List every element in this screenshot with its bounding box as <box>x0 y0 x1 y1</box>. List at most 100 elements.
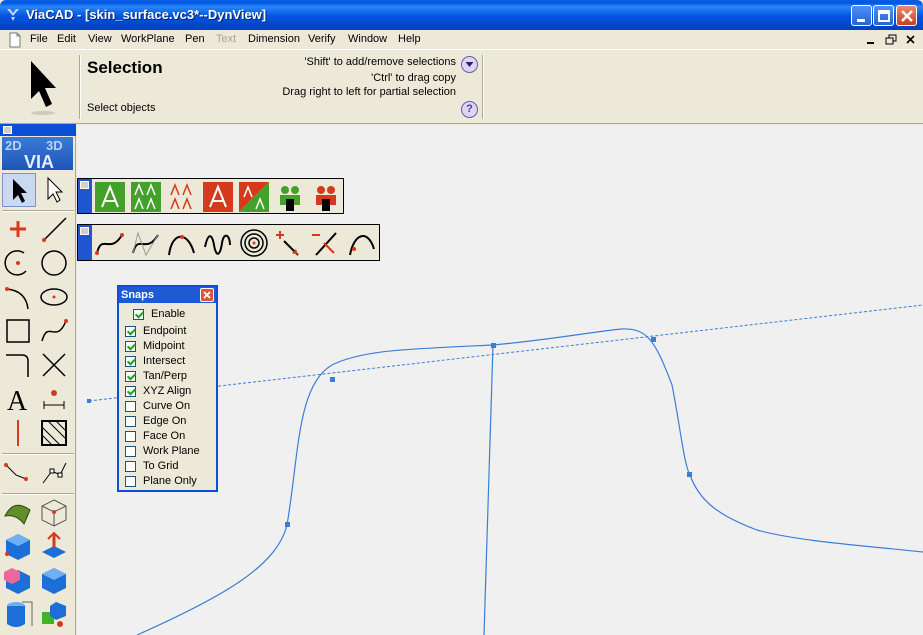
options-dropdown-button[interactable] <box>461 56 478 73</box>
control-point[interactable] <box>687 472 692 477</box>
select-partial-button[interactable] <box>238 181 270 213</box>
spline-tool-button[interactable] <box>38 315 72 349</box>
via-2d-3d-logo[interactable]: 2D 3D VIA <box>2 137 73 172</box>
text-tool-button[interactable]: A <box>2 383 36 417</box>
close-button[interactable] <box>896 5 917 26</box>
snap-option-checkbox[interactable] <box>125 401 136 412</box>
deselect-group-button[interactable] <box>310 181 342 213</box>
palette-grip[interactable] <box>0 124 76 136</box>
dimension-tool-button[interactable] <box>38 383 72 417</box>
boolean-button[interactable] <box>2 564 36 598</box>
edit-points-button[interactable] <box>2 457 36 491</box>
snap-option-checkbox[interactable] <box>125 356 136 367</box>
select-all-button[interactable] <box>130 181 162 213</box>
snap-option-checkbox[interactable] <box>125 461 136 472</box>
spiral-button[interactable] <box>238 227 270 259</box>
control-point[interactable] <box>285 522 290 527</box>
snap-option-checkbox[interactable] <box>125 416 136 427</box>
freehand-curve-button[interactable] <box>346 227 378 259</box>
doc-minimize-icon[interactable] <box>863 33 879 47</box>
centerline-tool-button[interactable] <box>2 417 36 451</box>
skin-profile-curve[interactable] <box>136 328 923 635</box>
snap-enable-checkbox[interactable] <box>133 309 144 320</box>
shell-button[interactable] <box>38 564 72 598</box>
control-point[interactable] <box>651 337 656 342</box>
control-points-button[interactable] <box>38 457 72 491</box>
snap-option-checkbox[interactable] <box>125 371 136 382</box>
select-visible-button[interactable] <box>94 181 126 213</box>
snap-option-checkbox[interactable] <box>125 326 136 337</box>
surface-icon <box>4 504 31 525</box>
box-wire-button[interactable] <box>38 496 72 530</box>
solid-box-button[interactable] <box>2 530 36 564</box>
extrude-button[interactable] <box>38 530 72 564</box>
point-curve-button[interactable] <box>274 227 306 259</box>
circle-tool-button[interactable] <box>38 247 72 281</box>
wave-curve-button[interactable] <box>202 227 234 259</box>
menu-window[interactable]: Window <box>348 33 387 45</box>
panel-divider <box>79 55 81 119</box>
doc-close-icon[interactable] <box>903 33 919 47</box>
point-tool-button[interactable] <box>2 213 36 247</box>
snap-option-checkbox[interactable] <box>125 431 136 442</box>
arc-tool-button[interactable] <box>2 247 36 281</box>
vertical-line-icon <box>17 420 19 446</box>
fillet-tool-button[interactable] <box>2 349 36 383</box>
menu-verify[interactable]: Verify <box>308 33 336 45</box>
snap-option-checkbox[interactable] <box>125 476 136 487</box>
hatch-tool-button[interactable] <box>38 417 72 451</box>
trim-tool-button[interactable] <box>38 349 72 383</box>
edit-points-icon <box>4 463 28 481</box>
maximize-button[interactable] <box>873 5 894 26</box>
curve-toolbar <box>77 224 380 261</box>
rectangle-tool-button[interactable] <box>2 315 36 349</box>
doc-restore-icon[interactable] <box>883 33 899 47</box>
snap-option-label: Curve On <box>143 400 191 412</box>
menu-help[interactable]: Help <box>398 33 421 45</box>
control-point[interactable] <box>330 377 335 382</box>
cylinder-button[interactable] <box>2 598 36 632</box>
toolbar-grip[interactable] <box>78 225 92 260</box>
selection-arrow-icon <box>31 61 56 115</box>
select-group-button[interactable] <box>274 181 306 213</box>
snap-option-checkbox[interactable] <box>125 341 136 352</box>
control-point[interactable] <box>491 343 496 348</box>
select-invert-button[interactable] <box>202 181 234 213</box>
direct-select-button[interactable] <box>38 173 72 207</box>
snap-enable-label: Enable <box>151 308 186 320</box>
wave-curve-icon <box>204 234 231 255</box>
multi-solid-button[interactable] <box>38 598 72 632</box>
rail-curve[interactable] <box>483 344 494 635</box>
menu-view[interactable]: View <box>88 33 112 45</box>
snap-option-checkbox[interactable] <box>125 446 136 457</box>
line-endpoint[interactable] <box>87 399 91 403</box>
surface-tool-button[interactable] <box>2 496 36 530</box>
select-layer-button[interactable] <box>166 181 198 213</box>
menu-text[interactable]: Text <box>216 33 236 45</box>
line-tool-button[interactable] <box>38 213 72 247</box>
title-bar[interactable]: ViaCAD - [skin_surface.vc3*--DynView] <box>0 0 923 30</box>
select-tool-button[interactable] <box>2 173 36 207</box>
help-button[interactable]: ? <box>461 101 478 118</box>
menu-edit[interactable]: Edit <box>57 33 76 45</box>
spline-curve-button[interactable] <box>130 227 162 259</box>
arc-3pt-tool-button[interactable] <box>2 281 36 315</box>
document-icon[interactable] <box>8 32 22 48</box>
menu-pen[interactable]: Pen <box>185 33 205 45</box>
minimize-button[interactable] <box>851 5 872 26</box>
extrude-icon <box>42 531 66 558</box>
menu-workplane[interactable]: WorkPlane <box>121 33 175 45</box>
snaps-close-button[interactable] <box>200 288 214 302</box>
snaps-title[interactable]: Snaps <box>119 287 216 303</box>
ellipse-tool-button[interactable] <box>38 281 72 315</box>
snap-option-label: Edge On <box>143 415 187 427</box>
snap-option-checkbox[interactable] <box>125 386 136 397</box>
point-icon <box>10 221 26 237</box>
menu-file[interactable]: File <box>30 33 48 45</box>
snap-option-label: Plane Only <box>143 475 197 487</box>
arc-spline-button[interactable] <box>166 227 198 259</box>
bezier-curve-button[interactable] <box>94 227 126 259</box>
toolbar-grip[interactable] <box>78 179 92 213</box>
menu-dimension[interactable]: Dimension <box>248 33 300 45</box>
tangent-curve-button[interactable] <box>310 227 342 259</box>
